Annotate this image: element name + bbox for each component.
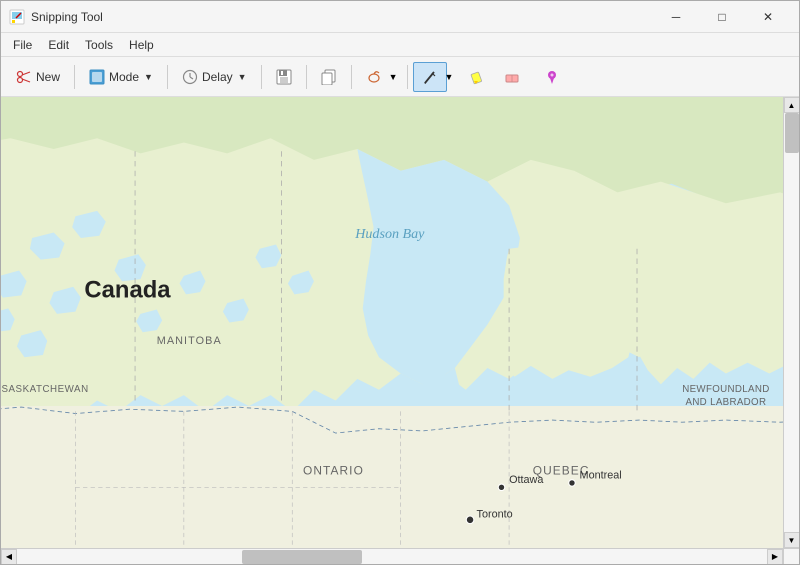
copy-button[interactable]	[312, 62, 346, 92]
svg-text:Hudson Bay: Hudson Bay	[354, 226, 425, 242]
new-label: New	[36, 70, 60, 84]
separator-6	[407, 65, 408, 89]
svg-text:ONTARIO: ONTARIO	[303, 463, 364, 477]
menu-help[interactable]: Help	[121, 34, 162, 56]
scroll-thumb-vertical[interactable]	[785, 113, 799, 153]
new-button[interactable]: New	[7, 62, 69, 92]
pin-icon	[544, 69, 560, 85]
separator-5	[351, 65, 352, 89]
pin-button[interactable]	[535, 62, 569, 92]
mode-button[interactable]: Mode ▼	[80, 62, 162, 92]
mode-dropdown-arrow: ▼	[144, 72, 153, 82]
scroll-corner	[783, 548, 799, 564]
scroll-left-arrow[interactable]: ◀	[1, 549, 17, 565]
eraser-icon	[504, 69, 520, 85]
scissors-icon	[16, 69, 32, 85]
separator-4	[306, 65, 307, 89]
scroll-down-arrow[interactable]: ▼	[784, 532, 800, 548]
menu-tools[interactable]: Tools	[77, 34, 121, 56]
scroll-thumb-horizontal[interactable]	[242, 550, 362, 564]
pen-button[interactable]	[413, 62, 447, 92]
delay-label: Delay	[202, 70, 233, 84]
svg-text:Toronto: Toronto	[477, 509, 513, 521]
svg-text:Ottawa: Ottawa	[509, 474, 544, 486]
separator-1	[74, 65, 75, 89]
svg-text:NEWFOUNDLAND: NEWFOUNDLAND	[682, 384, 769, 395]
mode-label: Mode	[109, 70, 139, 84]
eraser-button[interactable]	[495, 62, 529, 92]
map-svg: Hudson Bay Canada MANITOBA SASKATCHEWAN …	[1, 97, 783, 548]
svg-text:SASKATCHEWAN: SASKATCHEWAN	[1, 384, 88, 395]
save-icon	[276, 69, 292, 85]
pen-icon	[422, 69, 438, 85]
scroll-track-vertical[interactable]	[784, 113, 800, 532]
save-button[interactable]	[267, 62, 301, 92]
menu-edit[interactable]: Edit	[40, 34, 77, 56]
horizontal-scrollbar[interactable]: ◀ ▶	[1, 548, 783, 564]
lasso-button[interactable]	[357, 62, 391, 92]
window-title: Snipping Tool	[31, 10, 653, 24]
pen-dropdown-arrow[interactable]: ▼	[445, 72, 454, 82]
map-container: Hudson Bay Canada MANITOBA SASKATCHEWAN …	[1, 97, 799, 564]
app-icon	[9, 9, 25, 25]
scroll-up-arrow[interactable]: ▲	[784, 97, 800, 113]
lasso-icon	[366, 69, 382, 85]
maximize-button[interactable]: □	[699, 1, 745, 33]
svg-text:AND LABRADOR: AND LABRADOR	[685, 397, 766, 408]
minimize-button[interactable]: ─	[653, 1, 699, 33]
menu-bar: File Edit Tools Help	[1, 33, 799, 57]
delay-dropdown-arrow: ▼	[238, 72, 247, 82]
highlighter-button[interactable]	[459, 62, 493, 92]
mode-icon	[89, 69, 105, 85]
lasso-dropdown-arrow[interactable]: ▼	[389, 72, 398, 82]
title-bar: Snipping Tool ─ □ ✕	[1, 1, 799, 33]
highlighter-icon	[468, 69, 484, 85]
svg-text:Canada: Canada	[84, 277, 171, 304]
app-window: Snipping Tool ─ □ ✕ File Edit Tools Help…	[0, 0, 800, 565]
scroll-right-arrow[interactable]: ▶	[767, 549, 783, 565]
vertical-scrollbar[interactable]: ▲ ▼	[783, 97, 799, 548]
svg-text:Montreal: Montreal	[580, 470, 622, 482]
separator-3	[261, 65, 262, 89]
separator-2	[167, 65, 168, 89]
window-controls: ─ □ ✕	[653, 1, 791, 33]
svg-text:MANITOBA: MANITOBA	[157, 335, 222, 347]
scroll-track-horizontal[interactable]	[17, 549, 767, 565]
toolbar: New Mode ▼ Delay ▼	[1, 57, 799, 97]
delay-button[interactable]: Delay ▼	[173, 62, 256, 92]
clock-icon	[182, 69, 198, 85]
copy-icon	[321, 69, 337, 85]
close-button[interactable]: ✕	[745, 1, 791, 33]
menu-file[interactable]: File	[5, 34, 40, 56]
